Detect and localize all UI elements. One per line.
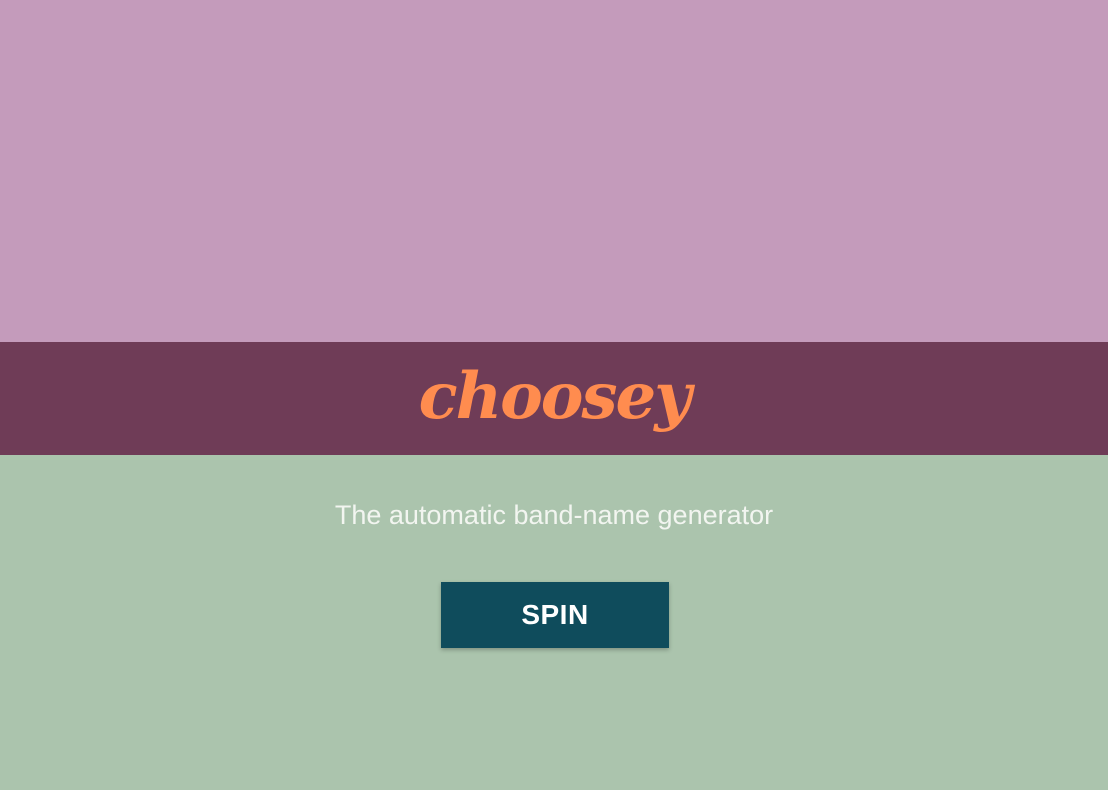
brand-bar: choosey xyxy=(0,342,1108,455)
spin-button[interactable]: SPIN xyxy=(441,582,669,648)
app-page: choosey The automatic band-name generato… xyxy=(0,0,1108,790)
result-panel xyxy=(0,0,1108,342)
tagline: The automatic band-name generator xyxy=(334,500,774,530)
app-logo: choosey xyxy=(418,358,692,434)
controls-panel: The automatic band-name generator SPIN xyxy=(0,455,1108,790)
